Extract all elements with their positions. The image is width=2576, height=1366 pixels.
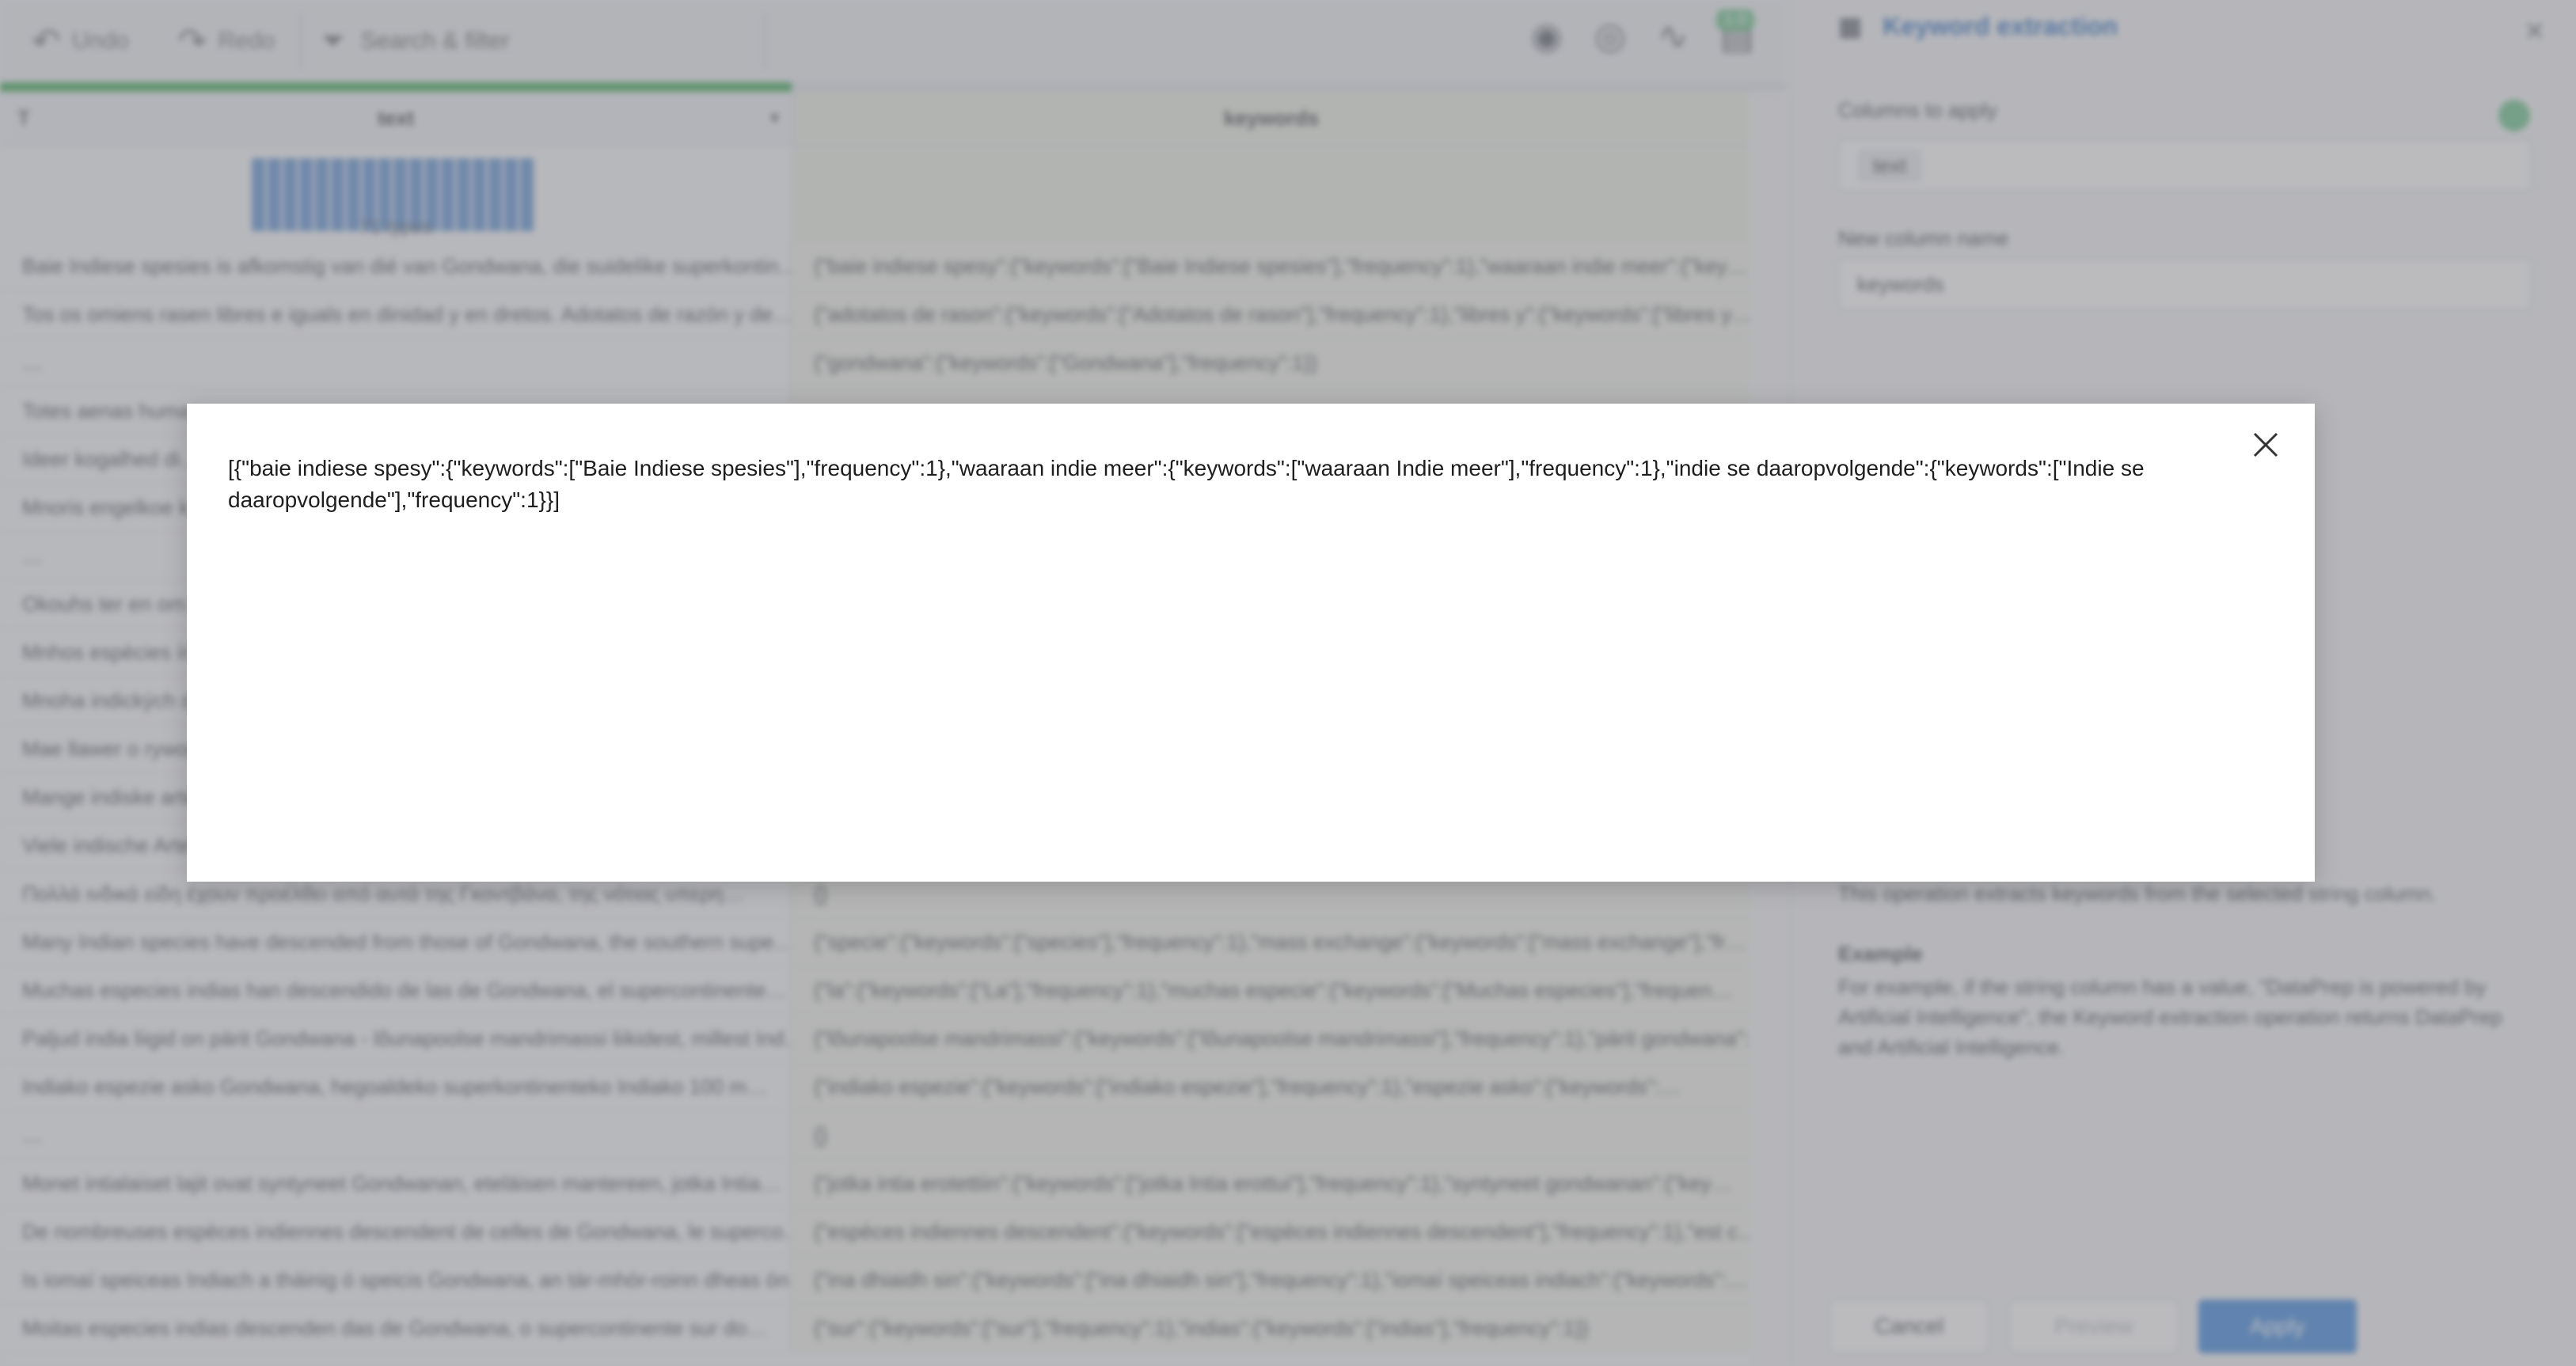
cell-value-dialog: [{"baie indiese spesy":{"keywords":["Bai… [187,404,2315,882]
close-button[interactable] [2244,423,2288,467]
cell-value-text: [{"baie indiese spesy":{"keywords":["Bai… [228,456,2145,512]
close-icon [2253,432,2278,457]
